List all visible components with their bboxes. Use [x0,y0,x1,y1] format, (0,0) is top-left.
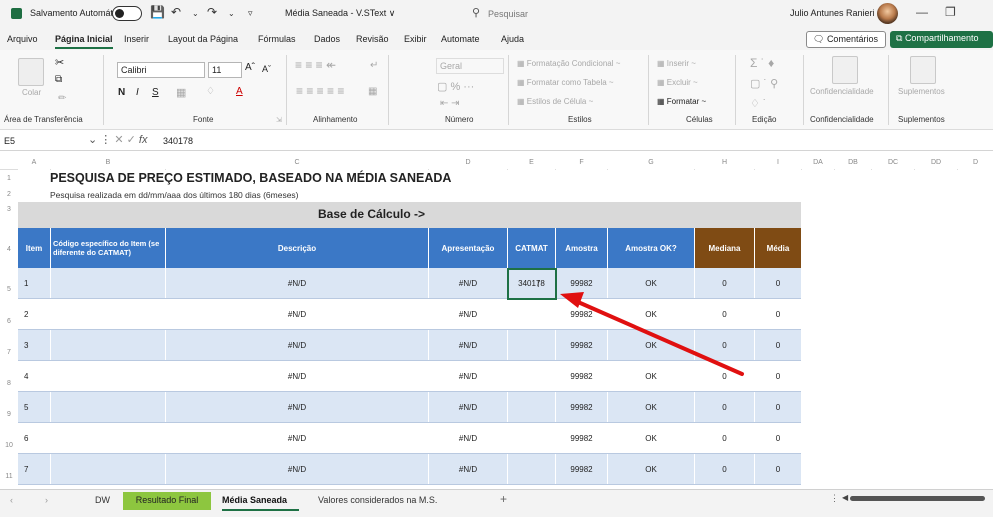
add-sheet-icon[interactable]: + [500,492,507,506]
tab-dw[interactable]: DW [95,495,110,505]
active-sheet-indicator [222,509,299,511]
more-icon[interactable]: ⋮ [830,493,839,504]
red-arrow-annotation [560,292,744,376]
tab-prev-icon[interactable]: ‹ [10,495,13,505]
tab-next-icon[interactable]: › [45,495,48,505]
scroll-left-icon[interactable]: ◀ [842,493,848,502]
tab-media-saneada[interactable]: Média Saneada [222,495,287,505]
excel-window: Salvamento Automático 💾 ↶ ⌄ ↷ ⌄ ▿ Média … [0,0,993,517]
tab-resultado-final[interactable]: Resultado Final [123,492,211,510]
tab-valores-considerados[interactable]: Valores considerados na M.S. [318,495,437,505]
horizontal-scrollbar[interactable] [850,496,985,501]
